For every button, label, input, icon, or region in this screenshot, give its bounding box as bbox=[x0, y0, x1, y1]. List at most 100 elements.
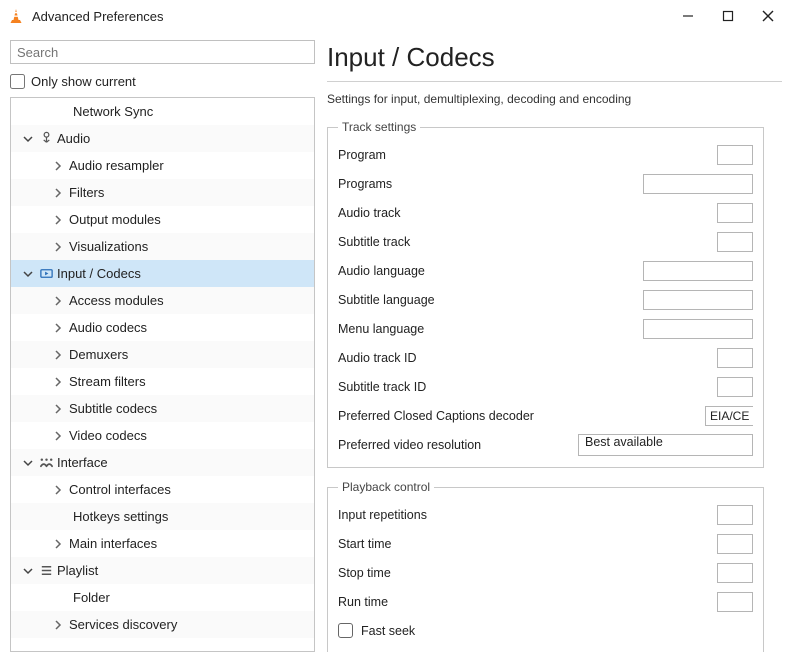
settings-scroll[interactable]: Track settingsProgramProgramsAudio track… bbox=[327, 120, 782, 652]
tree-item-label: Filters bbox=[67, 185, 104, 200]
spin-input[interactable] bbox=[717, 592, 753, 612]
tree-item-control-interfaces[interactable]: Control interfaces bbox=[11, 476, 314, 503]
chevron-right-icon[interactable] bbox=[53, 161, 67, 171]
tree-item-label: Audio bbox=[55, 131, 90, 146]
chevron-right-icon[interactable] bbox=[53, 539, 67, 549]
tree-item-subtitle-codecs[interactable]: Subtitle codecs bbox=[11, 395, 314, 422]
spin-input[interactable] bbox=[717, 203, 753, 223]
search-input[interactable] bbox=[10, 40, 315, 64]
spin-input[interactable] bbox=[717, 563, 753, 583]
tree-item-folder[interactable]: Folder bbox=[11, 584, 314, 611]
tree-item-demuxers[interactable]: Demuxers bbox=[11, 341, 314, 368]
chevron-right-icon[interactable] bbox=[53, 242, 67, 252]
only-show-current-box[interactable] bbox=[10, 74, 25, 89]
field-label: Stop time bbox=[338, 566, 717, 580]
tree-item-video-codecs[interactable]: Video codecs bbox=[11, 422, 314, 449]
page-title: Input / Codecs bbox=[327, 40, 782, 81]
chevron-down-icon[interactable] bbox=[23, 134, 37, 144]
tree-item-network-sync[interactable]: Network Sync bbox=[11, 98, 314, 125]
preferences-tree: Network Sync Audio Audio resampler Filters O… bbox=[10, 97, 315, 652]
chevron-down-icon[interactable] bbox=[23, 458, 37, 468]
only-show-current-checkbox[interactable]: Only show current bbox=[10, 74, 315, 89]
window-title: Advanced Preferences bbox=[32, 9, 680, 24]
tree-item-input-codecs[interactable]: Input / Codecs bbox=[11, 260, 314, 287]
field-label: Fast seek bbox=[361, 624, 415, 638]
chevron-right-icon[interactable] bbox=[53, 620, 67, 630]
field-subtitle-language: Subtitle language bbox=[338, 285, 753, 314]
chevron-right-icon[interactable] bbox=[53, 296, 67, 306]
field-label: Preferred Closed Captions decoder bbox=[338, 409, 705, 423]
group-legend: Playback control bbox=[338, 480, 434, 494]
chevron-right-icon[interactable] bbox=[53, 215, 67, 225]
group-track-settings: Track settingsProgramProgramsAudio track… bbox=[327, 120, 764, 468]
field-run-time: Run time bbox=[338, 587, 753, 616]
tree-item-main-interfaces[interactable]: Main interfaces bbox=[11, 530, 314, 557]
field-audio-track-id: Audio track ID bbox=[338, 343, 753, 372]
tree-item-hotkeys-settings[interactable]: Hotkeys settings bbox=[11, 503, 314, 530]
field-preferred-video-resolution: Preferred video resolutionBest available bbox=[338, 430, 753, 459]
chevron-right-icon[interactable] bbox=[53, 377, 67, 387]
chevron-right-icon[interactable] bbox=[53, 323, 67, 333]
field-label: Start time bbox=[338, 537, 717, 551]
field-menu-language: Menu language bbox=[338, 314, 753, 343]
field-label: Programs bbox=[338, 177, 643, 191]
text-input[interactable] bbox=[643, 174, 753, 194]
tree-item-filters[interactable]: Filters bbox=[11, 179, 314, 206]
field-stop-time: Stop time bbox=[338, 558, 753, 587]
text-input[interactable] bbox=[643, 319, 753, 339]
spin-input[interactable] bbox=[717, 534, 753, 554]
tree-item-visualizations[interactable]: Visualizations bbox=[11, 233, 314, 260]
chevron-right-icon[interactable] bbox=[53, 188, 67, 198]
select-input[interactable]: Best available bbox=[578, 434, 753, 456]
maximize-button[interactable] bbox=[720, 8, 736, 24]
spin-input[interactable] bbox=[717, 348, 753, 368]
field-label: Preferred video resolution bbox=[338, 438, 578, 452]
field-label: Audio language bbox=[338, 264, 643, 278]
tree-item-label: Audio codecs bbox=[67, 320, 147, 335]
tree-item-access-modules[interactable]: Access modules bbox=[11, 287, 314, 314]
text-input[interactable] bbox=[643, 261, 753, 281]
select-input[interactable]: EIA/CE bbox=[705, 406, 753, 426]
tree-item-audio-resampler[interactable]: Audio resampler bbox=[11, 152, 314, 179]
chevron-right-icon[interactable] bbox=[53, 431, 67, 441]
chevron-down-icon[interactable] bbox=[23, 566, 37, 576]
tree-item-audio[interactable]: Audio bbox=[11, 125, 314, 152]
field-audio-language: Audio language bbox=[338, 256, 753, 285]
text-input[interactable] bbox=[643, 290, 753, 310]
tree-item-output-modules[interactable]: Output modules bbox=[11, 206, 314, 233]
minimize-button[interactable] bbox=[680, 8, 696, 24]
close-button[interactable] bbox=[760, 8, 776, 24]
interface-icon bbox=[37, 455, 55, 470]
spin-input[interactable] bbox=[717, 377, 753, 397]
audio-icon bbox=[37, 131, 55, 146]
tree-item-label: Subtitle codecs bbox=[67, 401, 157, 416]
group-legend: Track settings bbox=[338, 120, 420, 134]
tree-item-interface[interactable]: Interface bbox=[11, 449, 314, 476]
main-panel: Input / Codecs Settings for input, demul… bbox=[327, 40, 782, 652]
chevron-right-icon[interactable] bbox=[53, 485, 67, 495]
page-description: Settings for input, demultiplexing, deco… bbox=[327, 92, 782, 106]
checkbox[interactable] bbox=[338, 623, 353, 638]
field-start-time: Start time bbox=[338, 529, 753, 558]
tree-item-stream-filters[interactable]: Stream filters bbox=[11, 368, 314, 395]
spin-input[interactable] bbox=[717, 505, 753, 525]
tree-item-label: Access modules bbox=[67, 293, 164, 308]
tree-item-services-discovery[interactable]: Services discovery bbox=[11, 611, 314, 638]
spin-input[interactable] bbox=[717, 232, 753, 252]
tree-item-label: Control interfaces bbox=[67, 482, 171, 497]
tree-item-label: Input / Codecs bbox=[55, 266, 141, 281]
field-label: Input repetitions bbox=[338, 508, 717, 522]
chevron-down-icon[interactable] bbox=[23, 269, 37, 279]
tree-item-label: Audio resampler bbox=[67, 158, 164, 173]
field-preferred-closed-captions-decoder: Preferred Closed Captions decoderEIA/CE bbox=[338, 401, 753, 430]
chevron-right-icon[interactable] bbox=[53, 350, 67, 360]
only-show-current-label: Only show current bbox=[31, 74, 136, 89]
spin-input[interactable] bbox=[717, 145, 753, 165]
chevron-right-icon[interactable] bbox=[53, 404, 67, 414]
tree-scroll[interactable]: Network Sync Audio Audio resampler Filters O… bbox=[11, 98, 314, 651]
titlebar: Advanced Preferences bbox=[0, 0, 792, 32]
tree-item-playlist[interactable]: Playlist bbox=[11, 557, 314, 584]
tree-item-label: Folder bbox=[71, 590, 110, 605]
tree-item-audio-codecs[interactable]: Audio codecs bbox=[11, 314, 314, 341]
field-label: Subtitle track ID bbox=[338, 380, 717, 394]
